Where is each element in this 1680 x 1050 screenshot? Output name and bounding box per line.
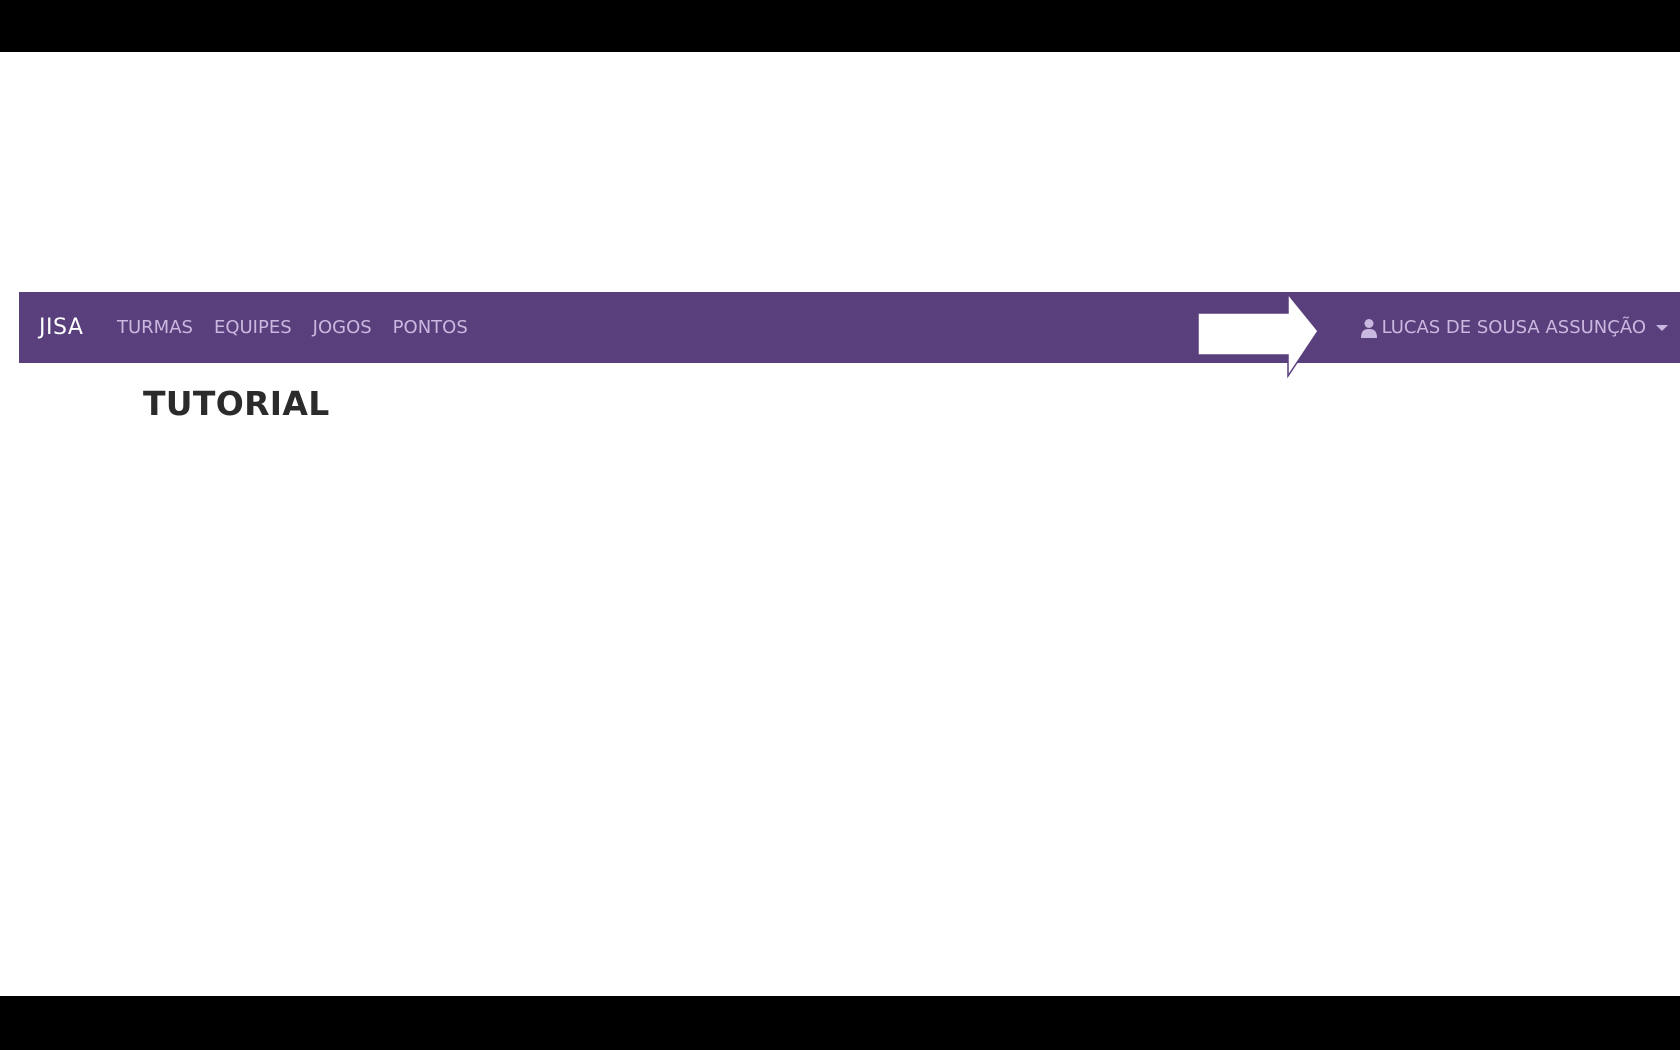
nav-link-turmas[interactable]: TURMAS: [117, 317, 193, 338]
top-navbar: JISA TURMAS EQUIPES JOGOS PONTOS LUCAS D…: [19, 292, 1680, 363]
chevron-down-icon: [1656, 324, 1668, 331]
user-name: LUCAS DE SOUSA ASSUNÇÃO: [1381, 317, 1646, 338]
arrow-right-icon: [1197, 292, 1319, 378]
nav-links: TURMAS EQUIPES JOGOS PONTOS: [117, 292, 489, 363]
letterbox-top: [0, 0, 1680, 52]
page-title: TUTORIAL: [143, 384, 330, 423]
nav-link-jogos[interactable]: JOGOS: [313, 317, 372, 338]
nav-link-pontos[interactable]: PONTOS: [393, 317, 468, 338]
brand-logo[interactable]: JISA: [39, 292, 83, 363]
letterbox-bottom: [0, 996, 1680, 1050]
nav-link-equipes[interactable]: EQUIPES: [214, 317, 292, 338]
user-icon: [1360, 318, 1377, 338]
page-viewport: JISA TURMAS EQUIPES JOGOS PONTOS LUCAS D…: [0, 52, 1680, 996]
user-dropdown-toggle[interactable]: LUCAS DE SOUSA ASSUNÇÃO: [1360, 292, 1668, 363]
